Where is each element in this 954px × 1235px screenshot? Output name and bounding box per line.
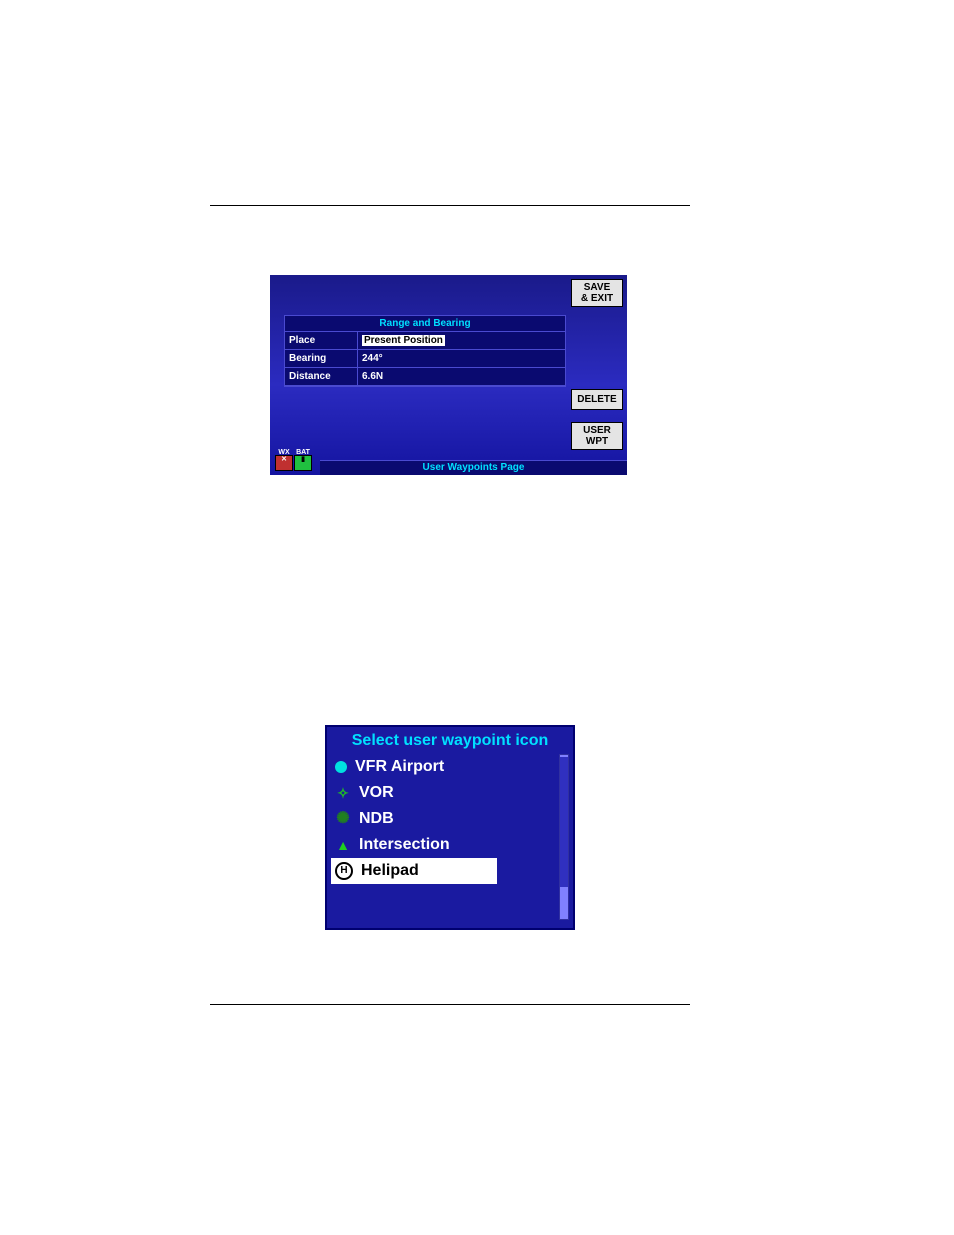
icon-option-label: VOR <box>359 784 394 802</box>
row-distance: Distance 6.6N <box>285 368 565 386</box>
range-bearing-screen: SAVE & EXIT DELETE USER WPT Range and Be… <box>270 275 627 475</box>
icon-picker-title: Select user waypoint icon <box>327 727 573 754</box>
battery-icon: ▮ <box>294 455 312 471</box>
delete-button[interactable]: DELETE <box>571 389 623 410</box>
place-value-cell[interactable]: Present Position <box>358 332 565 350</box>
icon-option-label: NDB <box>359 810 394 828</box>
intersection-icon: ▲ <box>335 837 351 853</box>
range-bearing-panel: Range and Bearing Place Present Position… <box>284 315 566 387</box>
row-place: Place Present Position <box>285 332 565 350</box>
page-footer: User Waypoints Page <box>320 460 627 475</box>
icon-list-scrollbar[interactable] <box>559 754 569 920</box>
place-label: Place <box>285 332 358 350</box>
divider-top <box>210 205 690 206</box>
icon-list: VFR Airport ✧ VOR ✺ NDB ▲ Intersection H… <box>331 754 557 920</box>
distance-value[interactable]: 6.6N <box>358 368 565 386</box>
bearing-label: Bearing <box>285 350 358 368</box>
place-value: Present Position <box>362 335 445 346</box>
ndb-icon: ✺ <box>335 811 351 827</box>
helipad-icon: H <box>335 862 353 880</box>
save-exit-button[interactable]: SAVE & EXIT <box>571 279 623 307</box>
icon-option-ndb[interactable]: ✺ NDB <box>331 806 557 832</box>
status-bar: WX ✕ BAT ▮ User Waypoints Page <box>270 453 627 475</box>
wx-icon: ✕ <box>275 455 293 471</box>
icon-option-vor[interactable]: ✧ VOR <box>331 780 557 806</box>
waypoint-icon-picker: Select user waypoint icon VFR Airport ✧ … <box>325 725 575 930</box>
vor-icon: ✧ <box>335 785 351 801</box>
icon-option-helipad[interactable]: H Helipad <box>331 858 497 884</box>
distance-label: Distance <box>285 368 358 386</box>
icon-option-vfr-airport[interactable]: VFR Airport <box>331 754 557 780</box>
scrollbar-thumb[interactable] <box>560 757 568 887</box>
icon-option-label: Intersection <box>359 836 450 854</box>
range-bearing-title: Range and Bearing <box>285 316 565 332</box>
row-bearing: Bearing 244° <box>285 350 565 368</box>
vfr-airport-icon <box>335 761 347 773</box>
user-wpt-button[interactable]: USER WPT <box>571 422 623 450</box>
icon-option-label: VFR Airport <box>355 758 444 776</box>
icon-option-intersection[interactable]: ▲ Intersection <box>331 832 557 858</box>
bearing-value[interactable]: 244° <box>358 350 565 368</box>
icon-option-label: Helipad <box>361 862 419 880</box>
icon-list-wrap: VFR Airport ✧ VOR ✺ NDB ▲ Intersection H… <box>331 754 569 920</box>
divider-bottom <box>210 1004 690 1005</box>
